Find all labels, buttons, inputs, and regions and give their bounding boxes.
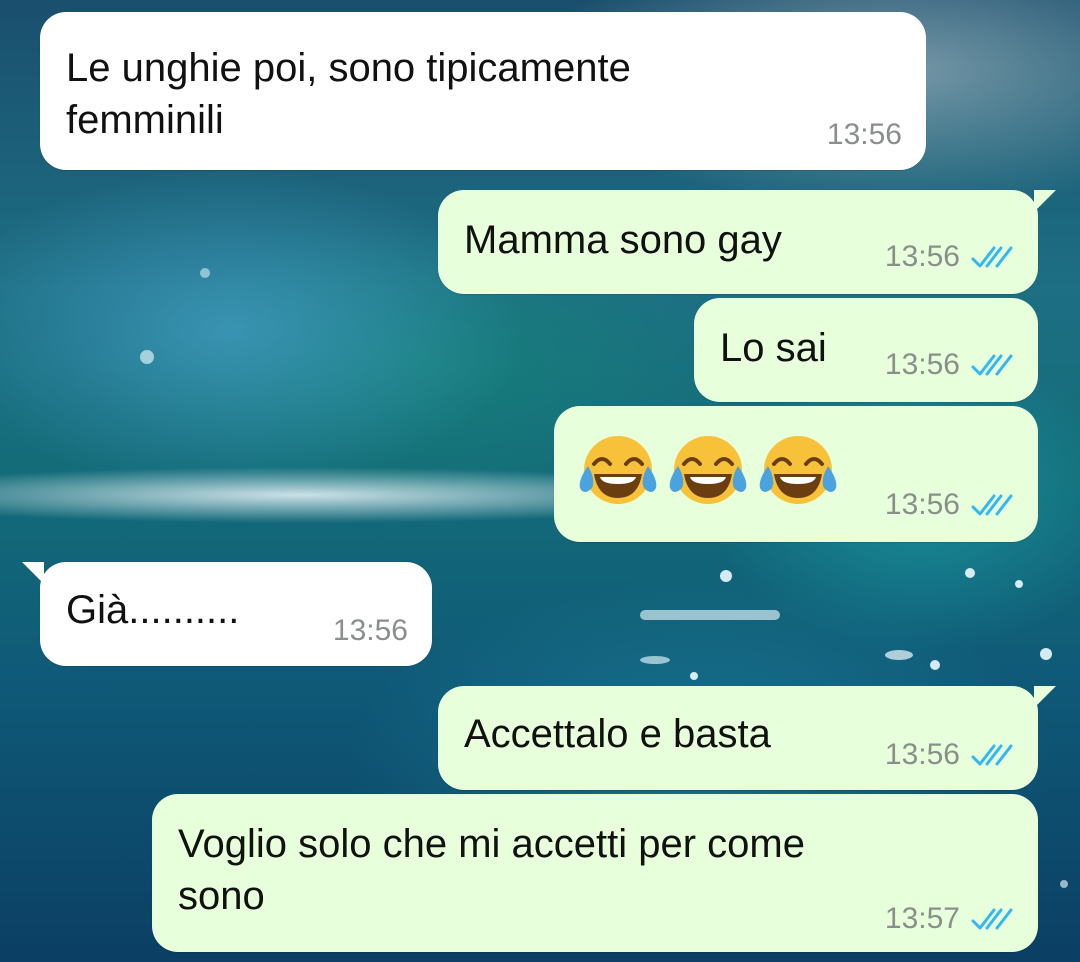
wallpaper-sparkle	[640, 610, 780, 620]
message-bubble-incoming[interactable]: Già.......... 13:56	[22, 562, 432, 666]
message-text: Voglio solo che mi accetti per come sono	[178, 822, 805, 918]
bubble-tail	[1034, 190, 1056, 212]
message-bubble-outgoing[interactable]: Accettalo e basta 13:56	[438, 686, 1056, 790]
message-bubble-outgoing[interactable]: Voglio solo che mi accetti per come sono…	[152, 794, 1038, 952]
message-text: Lo sai	[720, 326, 827, 370]
message-text: Le unghie poi, sono tipicamente femminil…	[66, 46, 631, 142]
bubble-tail	[22, 562, 44, 584]
message-time: 13:56	[884, 240, 960, 273]
double-check-icon	[971, 744, 1013, 766]
double-check-icon	[971, 354, 1013, 376]
double-check-icon	[971, 246, 1013, 268]
message-text: Mamma sono gay	[464, 218, 782, 262]
wallpaper-sparkle	[930, 660, 940, 670]
message-time: 13:56	[884, 738, 960, 771]
wallpaper-sparkle	[200, 268, 210, 278]
face-with-tears-of-joy-icon	[579, 436, 657, 504]
face-with-tears-of-joy-icon	[759, 436, 837, 504]
message-bubble-outgoing[interactable]: Mamma sono gay 13:56	[438, 190, 1056, 294]
message-bubble-outgoing[interactable]: 13:56	[554, 406, 1038, 542]
message-time: 13:56	[884, 488, 960, 521]
wallpaper-sparkle	[640, 656, 670, 664]
bubble-tail	[1034, 686, 1056, 708]
message-time: 13:56	[884, 348, 960, 381]
message-time: 13:56	[332, 614, 408, 647]
message-time: 13:56	[826, 118, 902, 151]
wallpaper-sparkle	[885, 650, 913, 660]
message-bubble-incoming[interactable]: Le unghie poi, sono tipicamente femminil…	[40, 12, 926, 170]
wallpaper-sparkle	[1040, 648, 1052, 660]
double-check-icon	[971, 908, 1013, 930]
wallpaper-sparkle	[720, 570, 732, 582]
wallpaper-sparkle	[690, 672, 698, 680]
wallpaper-sparkle	[1015, 580, 1023, 588]
wallpaper-sparkle	[965, 568, 975, 578]
message-bubble-outgoing[interactable]: Lo sai 13:56	[694, 298, 1038, 402]
wallpaper-sparkle	[1060, 880, 1068, 888]
message-time: 13:57	[884, 902, 960, 935]
face-with-tears-of-joy-icon	[669, 436, 747, 504]
message-text: Accettalo e basta	[464, 712, 771, 756]
wallpaper-sparkle	[140, 350, 154, 364]
message-text: Già..........	[66, 588, 240, 632]
double-check-icon	[971, 494, 1013, 516]
